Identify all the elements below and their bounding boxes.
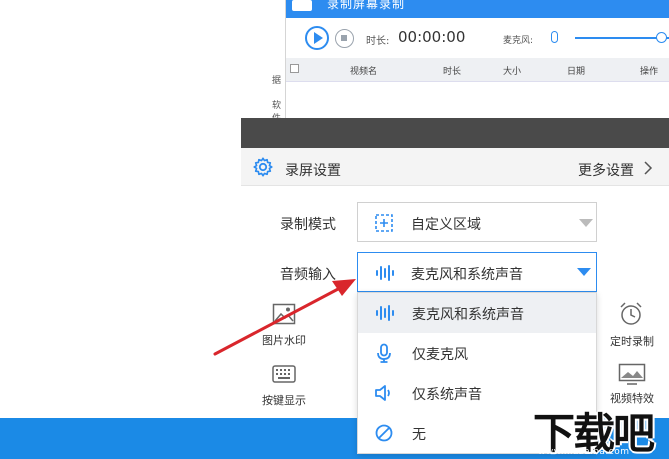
screenshot-stage: 据 软件 录制屏幕录制 时长: 00:00:00 麦克风: 视频名 时长 大小 … <box>0 0 669 459</box>
watermark-url: www.xiazaiba.com <box>538 447 630 457</box>
annotation-arrow-icon <box>213 279 356 356</box>
